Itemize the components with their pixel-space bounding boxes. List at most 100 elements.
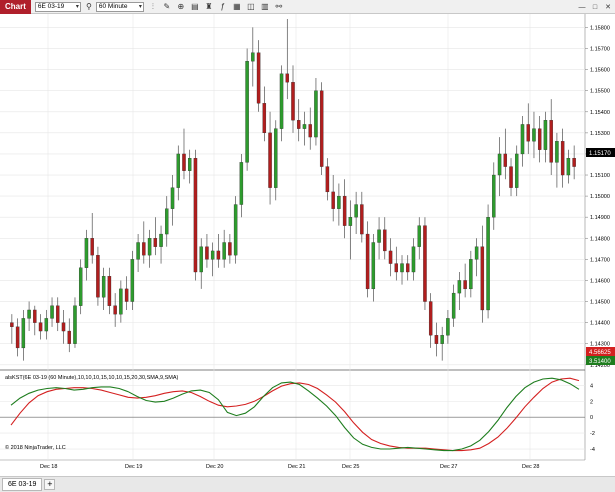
- candle-body: [61, 322, 66, 332]
- time-tick-label: Dec 25: [342, 464, 359, 470]
- candle-body: [302, 124, 307, 129]
- price-tick-label: 1.15100: [590, 173, 610, 179]
- close-icon[interactable]: ✕: [603, 2, 613, 12]
- candle-body: [354, 204, 358, 218]
- candle-body: [222, 242, 226, 260]
- candle-body: [268, 132, 272, 188]
- indicator-panel: 4 2 0 -2 -4: [0, 377, 595, 453]
- candle-body: [503, 153, 508, 167]
- interval-selector[interactable]: 60 Minute ▾: [95, 1, 144, 12]
- candle-body: [428, 301, 433, 336]
- maximize-icon[interactable]: □: [590, 2, 600, 12]
- bar-type-icon[interactable]: ⫶: [148, 2, 158, 12]
- price-tick-label: 1.14500: [590, 300, 610, 306]
- strategy-icon[interactable]: ♜: [204, 2, 214, 12]
- candle-body: [245, 61, 249, 163]
- indicator-icon[interactable]: ƒ: [218, 2, 228, 12]
- candle-body: [251, 52, 255, 62]
- candle-body: [10, 322, 14, 327]
- candle-body: [446, 318, 450, 336]
- candle-body: [228, 242, 232, 256]
- candle-body: [274, 128, 278, 188]
- indicator-tick-label: 4: [590, 383, 593, 389]
- time-tick-label: Dec 20: [206, 464, 223, 470]
- candle-body: [90, 238, 94, 256]
- candle-body: [291, 82, 295, 121]
- zoom-icon[interactable]: ⊕: [176, 2, 186, 12]
- instrument-selector[interactable]: 6E 03-19 ▾: [34, 1, 81, 12]
- candle-body: [44, 318, 49, 332]
- pencil-icon[interactable]: ✎: [162, 2, 172, 12]
- candle-body: [124, 288, 129, 302]
- chart-toolbar: Chart 6E 03-19 ▾ ⚲ 60 Minute ▾ ⫶ ✎ ⊕ ▤ ♜…: [0, 0, 615, 14]
- price-tick-label: 1.15600: [590, 68, 610, 74]
- candle-body: [463, 280, 467, 290]
- candle-body: [526, 124, 530, 142]
- candle-body: [96, 254, 100, 298]
- data-box-icon[interactable]: ▦: [232, 2, 242, 12]
- price-tick-label: 1.14400: [590, 321, 610, 327]
- attach-icon[interactable]: ⚯: [274, 2, 284, 12]
- candle-body: [170, 187, 175, 209]
- candle-body: [457, 280, 462, 294]
- indicator-tick-label: -4: [590, 447, 595, 453]
- candle-body: [308, 124, 312, 138]
- candle-body: [73, 305, 77, 344]
- price-axis: 1.15800 1.15700 1.15600 1.15500 1.15400 1.153…: [585, 25, 610, 369]
- candle-body: [515, 153, 519, 188]
- add-tab-icon[interactable]: +: [44, 479, 56, 490]
- candle-body: [233, 204, 238, 256]
- indicator-tick-label: -2: [590, 431, 595, 437]
- candle-body: [113, 305, 117, 315]
- candle-body: [262, 103, 267, 134]
- template-icon[interactable]: ▥: [260, 2, 270, 12]
- candle-body: [555, 141, 559, 163]
- chevron-down-icon: ▾: [138, 3, 142, 10]
- candle-body: [182, 153, 186, 171]
- candle-body: [205, 246, 209, 260]
- grid: [0, 14, 586, 461]
- chevron-down-icon: ▾: [75, 3, 79, 10]
- search-icon[interactable]: ⚲: [84, 2, 94, 12]
- properties-icon[interactable]: ▤: [190, 2, 200, 12]
- price-tick-label: 1.15300: [590, 131, 610, 137]
- candle-body: [56, 305, 60, 323]
- candle-body: [38, 322, 43, 332]
- candle-body: [411, 246, 416, 273]
- chart-trader-icon[interactable]: ◫: [246, 2, 256, 12]
- candle-body: [434, 335, 439, 344]
- price-tick-label: 1.15000: [590, 194, 610, 200]
- candle-body: [314, 90, 318, 138]
- candle-body: [239, 162, 244, 205]
- candle-body: [119, 288, 123, 315]
- candle-body: [176, 153, 180, 188]
- candle-body: [486, 217, 490, 311]
- candle-body: [101, 276, 106, 298]
- candle-body: [147, 238, 152, 256]
- minimize-icon[interactable]: —: [577, 2, 587, 12]
- candle-body: [532, 128, 536, 142]
- candle-body: [566, 158, 571, 176]
- candle-body: [15, 326, 20, 349]
- candle-body: [377, 229, 381, 243]
- time-tick-label: Dec 27: [440, 464, 457, 470]
- candle-body: [543, 120, 548, 150]
- candle-body: [492, 174, 496, 218]
- copyright-text: © 2018 NinjaTrader, LLC: [5, 444, 66, 451]
- candle-body: [560, 141, 565, 176]
- candle-body: [348, 217, 353, 226]
- price-chart[interactable]: 1.15800 1.15700 1.15600 1.15500 1.15400 1.153…: [0, 14, 615, 476]
- candlestick-series: [10, 19, 576, 361]
- candle-body: [33, 309, 37, 323]
- candle-body: [50, 305, 54, 319]
- time-tick-label: Dec 19: [125, 464, 142, 470]
- candle-body: [199, 246, 203, 273]
- tab-instrument[interactable]: 6E 03-19: [2, 478, 43, 491]
- price-tick-label: 1.14300: [590, 342, 610, 348]
- candle-body: [400, 263, 404, 273]
- instrument-value: 6E 03-19: [37, 3, 65, 10]
- price-tick-label: 1.14900: [590, 215, 610, 221]
- candle-body: [388, 250, 393, 264]
- time-tick-label: Dec 21: [288, 464, 305, 470]
- candle-body: [285, 73, 289, 83]
